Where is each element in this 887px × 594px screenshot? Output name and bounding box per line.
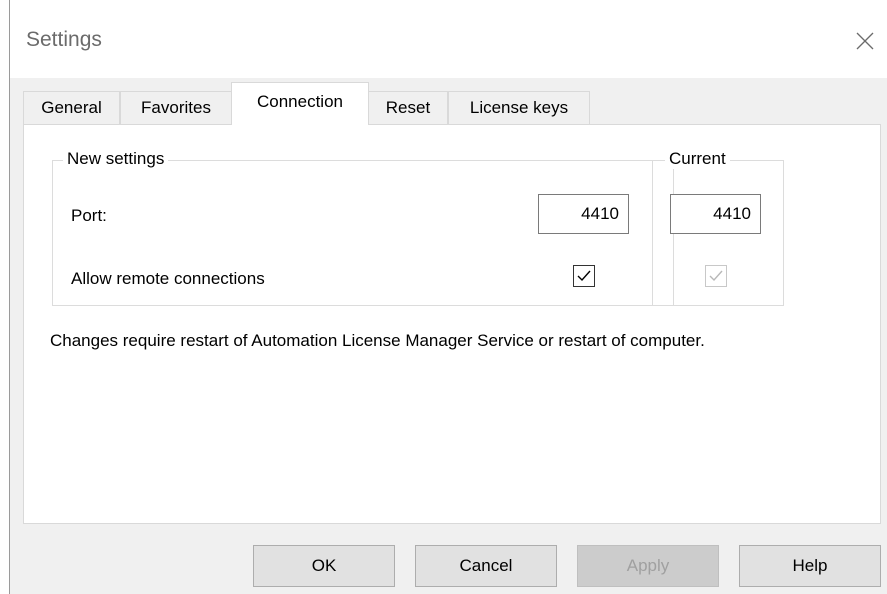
new-settings-legend: New settings [63,149,169,169]
tab-favorites[interactable]: Favorites [120,91,232,124]
new-settings-group: New settings Port: 4410 Allow remote con… [52,149,674,306]
port-input[interactable]: 4410 [538,194,629,234]
current-group: Current 4410 [652,149,784,306]
cancel-button[interactable]: Cancel [415,545,557,587]
port-label: Port: [71,206,107,225]
allow-remote-label: Allow remote connections [71,269,265,288]
title-bar: Settings [10,0,887,78]
close-button[interactable] [845,22,885,60]
checkmark-icon [709,270,723,282]
help-button[interactable]: Help [739,545,881,587]
window-title: Settings [26,28,102,51]
tab-license-keys[interactable]: License keys [448,91,590,124]
current-port-display: 4410 [670,194,761,234]
tab-general[interactable]: General [23,91,120,124]
close-icon [856,32,874,50]
tab-reset[interactable]: Reset [368,91,448,124]
ok-button[interactable]: OK [253,545,395,587]
current-remote-checkbox [705,265,727,287]
apply-button[interactable]: Apply [577,545,719,587]
allow-remote-checkbox[interactable] [573,265,595,287]
checkmark-icon [577,270,591,282]
tab-connection[interactable]: Connection [231,82,369,125]
current-legend: Current [665,149,730,169]
restart-note: Changes require restart of Automation Li… [50,331,705,350]
connection-tab-panel: New settings Port: 4410 Allow remote con… [23,124,881,524]
